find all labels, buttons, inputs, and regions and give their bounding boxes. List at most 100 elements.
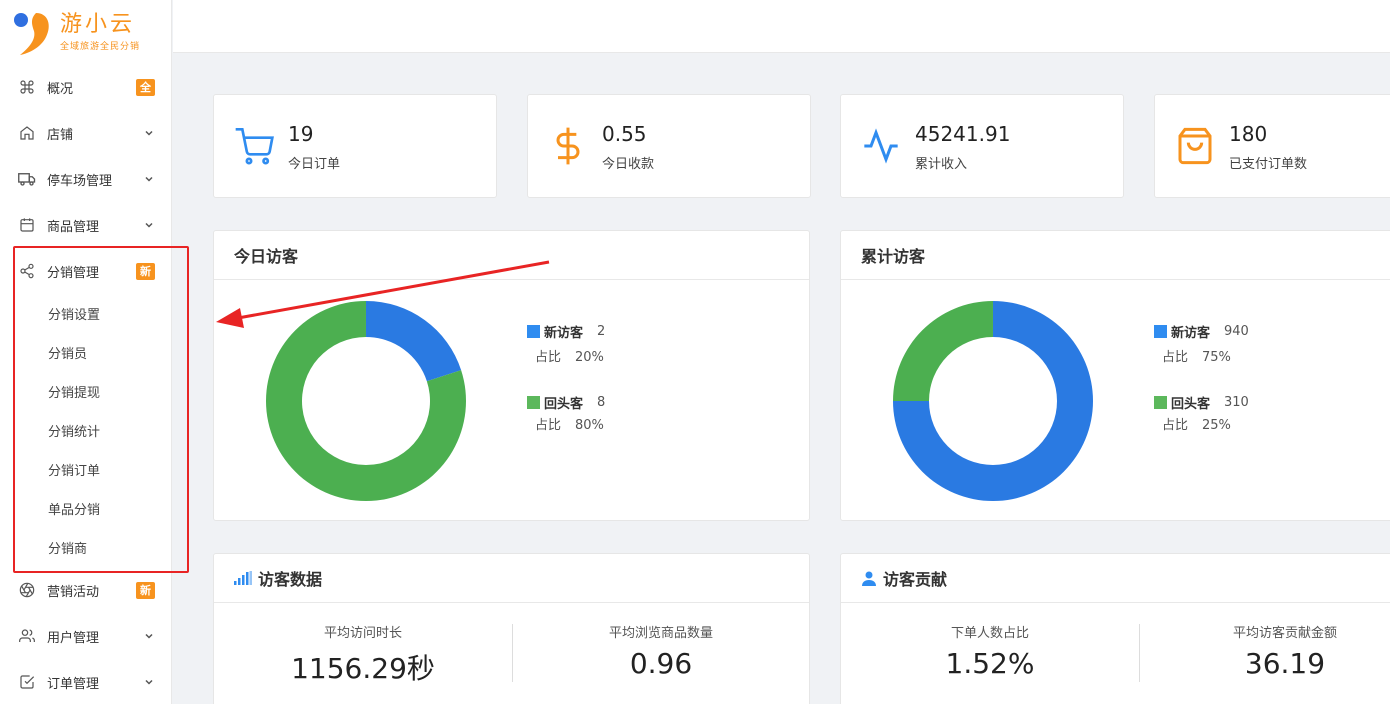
sidebar-item-marketing[interactable]: 营销活动 新 xyxy=(0,567,171,613)
sidebar-item-overview[interactable]: 概况 全 xyxy=(0,64,171,110)
sidebar-item-parking[interactable]: 停车场管理 xyxy=(0,156,171,202)
metric-label: 平均访问时长 xyxy=(323,626,402,641)
stat-card-total-income: 45241.91 累计收入 xyxy=(840,94,1124,198)
legend-pct: 75% xyxy=(1202,350,1231,365)
legend-swatch-new xyxy=(527,324,540,338)
stat-card-today-receipts: 0.55 今日收款 xyxy=(527,94,811,198)
panel-title: 累计访客 xyxy=(841,231,1390,280)
sidebar-subitem-merchants[interactable]: 分销商 xyxy=(0,528,171,567)
legend-pct-label: 占比 xyxy=(1162,350,1189,365)
sidebar-subitem-distribution-settings[interactable]: 分销设置 xyxy=(0,294,171,333)
sidebar-item-label: 停车场管理 xyxy=(47,173,113,189)
donut-today-visitors xyxy=(266,301,466,501)
legend-value: 940 xyxy=(1224,323,1249,339)
sidebar-item-distribution[interactable]: 分销管理 新 xyxy=(0,248,171,294)
legend-value: 310 xyxy=(1224,394,1249,410)
legend-pct: 20% xyxy=(575,350,604,365)
stat-value: 45241.91 xyxy=(915,121,1011,146)
legend-pct: 25% xyxy=(1202,418,1231,433)
sidebar-item-label: 概况 xyxy=(47,81,74,97)
stat-value: 180 xyxy=(1229,121,1268,146)
command-icon xyxy=(18,78,36,96)
metric-value: 1156.29秒 xyxy=(291,652,435,685)
home-icon xyxy=(18,124,36,142)
brand-logo[interactable]: 游小云 全域旅游全民分销 xyxy=(0,0,171,64)
legend-name: 回头客 xyxy=(544,396,584,412)
stat-label: 今日收款 xyxy=(602,156,655,172)
legend-pct: 80% xyxy=(575,418,604,433)
stat-card-paid-orders: 180 已支付订单数 xyxy=(1154,94,1390,198)
stat-value: 0.55 xyxy=(602,121,647,146)
activity-icon xyxy=(861,126,901,166)
metric-order-ratio: 下单人数占比 1.52% xyxy=(841,622,1139,680)
panel-total-visitors: 累计访客 新访客 940 占比 75% 回头客 310 占比 25% xyxy=(840,230,1390,521)
signal-bars-icon xyxy=(234,571,252,585)
metric-label: 平均访客贡献金额 xyxy=(1232,626,1337,641)
user-icon xyxy=(861,570,877,586)
stat-label: 已支付订单数 xyxy=(1229,156,1308,172)
users-icon xyxy=(18,627,36,645)
legend-name: 回头客 xyxy=(1171,396,1211,412)
sidebar-badge: 新 xyxy=(136,262,155,280)
chevron-down-icon xyxy=(143,173,155,185)
legend-swatch-returning xyxy=(527,395,540,409)
stat-label: 累计收入 xyxy=(915,156,968,172)
top-header xyxy=(173,0,1390,53)
brand-title: 游小云 xyxy=(60,12,136,37)
sidebar-item-label: 店铺 xyxy=(47,127,74,143)
metric-avg-visit-duration: 平均访问时长 1156.29秒 xyxy=(214,622,512,687)
share-icon xyxy=(18,262,36,280)
sidebar-subitem-single-product[interactable]: 单品分销 xyxy=(0,489,171,528)
stat-card-today-orders: 19 今日订单 xyxy=(213,94,497,198)
sidebar-subitem-orders[interactable]: 分销订单 xyxy=(0,450,171,489)
legend-name: 新访客 xyxy=(1171,325,1211,341)
sidebar-badge: 新 xyxy=(136,581,155,599)
sidebar-subitem-statistics[interactable]: 分销统计 xyxy=(0,411,171,450)
donut-total-visitors xyxy=(893,301,1093,501)
sidebar-item-label: 用户管理 xyxy=(47,630,100,646)
chevron-down-icon xyxy=(143,630,155,642)
sidebar-item-products[interactable]: 商品管理 xyxy=(0,202,171,248)
metric-value: 1.52% xyxy=(945,647,1035,680)
metric-avg-contribution: 平均访客贡献金额 36.19 xyxy=(1139,622,1390,680)
legend-pct-label: 占比 xyxy=(535,418,562,433)
sidebar-item-label: 商品管理 xyxy=(47,219,100,235)
logo-icon xyxy=(12,9,54,55)
panel-visitor-contribution: 访客贡献 下单人数占比 1.52% 平均访客贡献金额 36.19 xyxy=(840,553,1390,704)
metric-label: 下单人数占比 xyxy=(950,626,1029,641)
panel-title: 访客数据 xyxy=(258,570,323,589)
calendar-icon xyxy=(18,216,36,234)
panel-title: 访客贡献 xyxy=(883,570,948,589)
chevron-down-icon xyxy=(143,127,155,139)
sidebar-subitem-withdrawals[interactable]: 分销提现 xyxy=(0,372,171,411)
legend-today-visitors: 新访客 2 占比 20% 回头客 8 占比 80% xyxy=(527,321,605,434)
legend-value: 2 xyxy=(597,323,606,339)
sidebar-subitem-distributors[interactable]: 分销员 xyxy=(0,333,171,372)
sidebar-item-label: 订单管理 xyxy=(47,676,100,692)
legend-name: 新访客 xyxy=(544,325,584,341)
chevron-down-icon xyxy=(143,219,155,231)
sidebar-item-store[interactable]: 店铺 xyxy=(0,110,171,156)
legend-total-visitors: 新访客 940 占比 75% 回头客 310 占比 25% xyxy=(1154,321,1249,434)
sidebar-item-label: 分销管理 xyxy=(47,265,100,281)
sidebar-item-orders[interactable]: 订单管理 xyxy=(0,659,171,704)
stat-label: 今日订单 xyxy=(288,156,341,172)
sidebar-badge: 全 xyxy=(136,78,155,96)
sidebar-item-users[interactable]: 用户管理 xyxy=(0,613,171,659)
panel-today-visitors: 今日访客 新访客 2 占比 20% 回头客 8 占比 80% xyxy=(213,230,810,521)
metric-value: 0.96 xyxy=(629,647,693,680)
metric-label: 平均浏览商品数量 xyxy=(608,626,713,641)
donut-slice-new xyxy=(366,301,462,382)
dollar-icon xyxy=(548,126,588,166)
sidebar-item-label: 营销活动 xyxy=(47,584,100,600)
panel-title: 今日访客 xyxy=(214,231,809,280)
donut-slice-returning xyxy=(893,301,993,401)
legend-pct-label: 占比 xyxy=(1162,418,1189,433)
metric-avg-products-viewed: 平均浏览商品数量 0.96 xyxy=(512,622,810,680)
metric-value: 36.19 xyxy=(1244,647,1326,680)
aperture-icon xyxy=(18,581,36,599)
legend-swatch-new xyxy=(1154,324,1167,338)
brand-subtitle: 全域旅游全民分销 xyxy=(60,42,141,52)
cart-icon xyxy=(234,126,274,166)
legend-pct-label: 占比 xyxy=(535,350,562,365)
